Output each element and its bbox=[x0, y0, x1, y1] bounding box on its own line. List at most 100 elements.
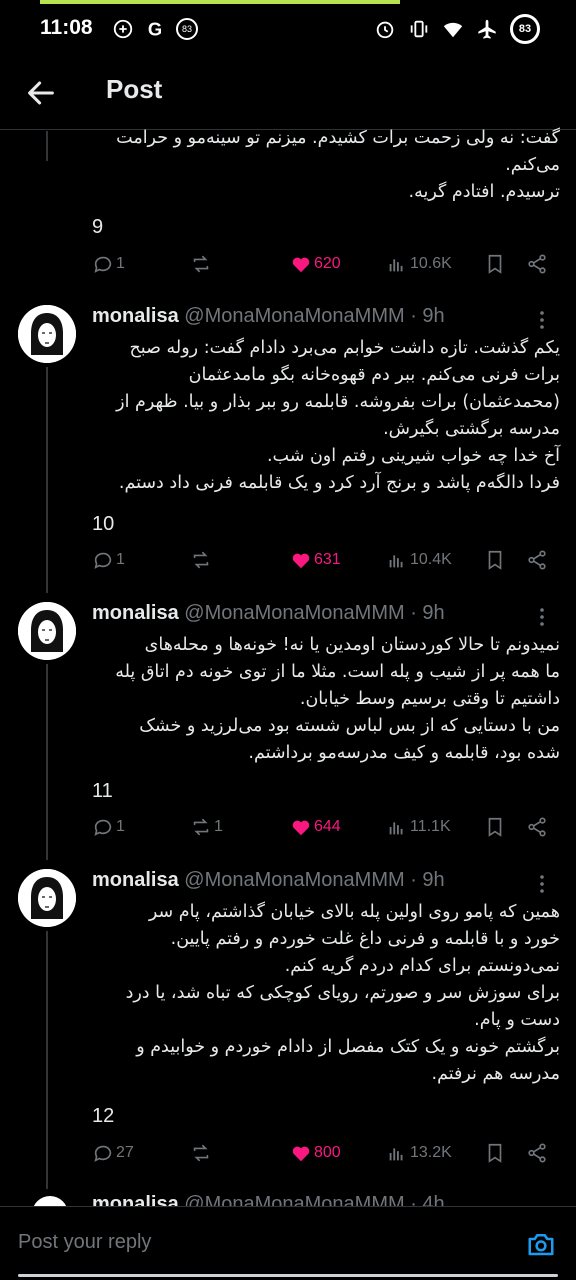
bookmark-button[interactable] bbox=[484, 549, 506, 571]
reply-button[interactable]: 27 bbox=[92, 1142, 134, 1164]
repost-icon bbox=[193, 1144, 209, 1162]
repost-icon bbox=[193, 255, 209, 273]
repost-button[interactable] bbox=[190, 253, 214, 275]
share-button[interactable] bbox=[526, 816, 548, 838]
like-count: 631 bbox=[314, 551, 341, 568]
share-icon bbox=[528, 1143, 546, 1163]
repost-count: 1 bbox=[214, 818, 223, 835]
reply-composer-bar bbox=[0, 1206, 576, 1280]
vertical-dots-icon bbox=[540, 311, 544, 329]
post-text-line: ترسیدم. افتادم گریه. bbox=[408, 182, 560, 202]
avatar[interactable] bbox=[18, 305, 76, 363]
post-text-line: نمی‌دونستم برای کدام دردم گریه کنم. bbox=[284, 956, 560, 976]
plus-bubble-icon bbox=[112, 18, 134, 40]
thread-number: 10 bbox=[92, 513, 115, 535]
notification-count-icon: 83 bbox=[176, 18, 198, 40]
avatar[interactable] bbox=[32, 1196, 68, 1206]
reply-button[interactable]: 1 bbox=[92, 549, 125, 571]
reply-count: 1 bbox=[116, 255, 125, 272]
heart-filled-icon bbox=[292, 820, 310, 836]
action-bar: 1 620 10.6K bbox=[92, 253, 562, 283]
more-options-button[interactable] bbox=[532, 873, 552, 895]
battery-indicator: 83 bbox=[510, 14, 540, 44]
top-app-bar: Post bbox=[0, 60, 576, 130]
post-text-line: می‌کنم. bbox=[505, 155, 560, 175]
like-button[interactable]: 620 bbox=[290, 253, 341, 275]
post-text-line: ما همه پر از شیب و پله است. مثلا ما از ت… bbox=[115, 662, 560, 682]
post-text-line: نمیدونم تا حالا کوردستان اومدین یا نه! خ… bbox=[144, 635, 560, 655]
back-button[interactable] bbox=[24, 76, 58, 110]
author-name[interactable]: monalisa bbox=[92, 869, 179, 891]
post-text-line: برای سوزش سر و صورتم، رویای کوچکی که تبا… bbox=[125, 983, 560, 1003]
post-text-line: برات فرنی می‌کنم. ببر دم قهوه‌خانه بگو م… bbox=[188, 365, 560, 385]
views-button[interactable]: 11.1K bbox=[386, 816, 451, 838]
post-text-line: شده بود، قابلمه و کیف مدرسه‌مو برداشتم. bbox=[248, 743, 560, 763]
home-indicator bbox=[18, 1274, 558, 1277]
author-name[interactable]: monalisa bbox=[92, 305, 179, 327]
repost-icon bbox=[193, 551, 209, 569]
status-bar: 11:08 G 83 83 bbox=[0, 0, 576, 60]
thread-post-partial[interactable]: گفت: نه ولی زحمت برات کشیدم. میزنم تو سی… bbox=[0, 128, 576, 293]
views-chart-icon bbox=[389, 822, 403, 835]
like-count: 644 bbox=[314, 818, 341, 835]
bookmark-button[interactable] bbox=[484, 1142, 506, 1164]
share-button[interactable] bbox=[526, 1142, 548, 1164]
vertical-dots-icon bbox=[540, 608, 544, 626]
author-name[interactable]: monalisa bbox=[92, 602, 179, 624]
camera-button[interactable] bbox=[526, 1229, 556, 1259]
reply-count: 1 bbox=[116, 551, 125, 568]
thread-post[interactable]: monalisa @MonaMonaMonaMMM · 9h یکم گذشت.… bbox=[0, 295, 576, 593]
author-handle: @MonaMonaMonaMMM bbox=[184, 1193, 405, 1206]
bookmark-icon bbox=[488, 550, 502, 570]
next-post-peek[interactable]: monalisa @MonaMonaMonaMMM · 4h bbox=[0, 1190, 576, 1206]
avatar[interactable] bbox=[18, 602, 76, 660]
google-icon: G bbox=[144, 18, 166, 40]
views-button[interactable]: 10.6K bbox=[386, 253, 452, 275]
thread-connector bbox=[46, 367, 48, 593]
like-button[interactable]: 800 bbox=[290, 1142, 341, 1164]
vertical-dots-icon bbox=[540, 875, 544, 893]
reply-icon bbox=[94, 552, 112, 569]
wifi-icon bbox=[442, 18, 464, 40]
reply-input[interactable] bbox=[18, 1231, 498, 1254]
action-bar: 1 1 644 11.1K bbox=[92, 816, 562, 846]
reply-icon bbox=[94, 256, 112, 273]
repost-button[interactable]: 1 bbox=[190, 816, 223, 838]
like-button[interactable]: 644 bbox=[290, 816, 341, 838]
status-accent-line bbox=[40, 0, 400, 4]
reply-count: 1 bbox=[116, 818, 125, 835]
author-handle[interactable]: @MonaMonaMonaMMM bbox=[184, 305, 404, 327]
share-button[interactable] bbox=[526, 549, 548, 571]
views-chart-icon bbox=[389, 1148, 403, 1161]
reply-count: 27 bbox=[116, 1144, 134, 1161]
views-button[interactable]: 13.2K bbox=[386, 1142, 452, 1164]
post-header: monalisa @MonaMonaMonaMMM · 9h bbox=[92, 602, 445, 625]
post-header: monalisa @MonaMonaMonaMMM · 4h bbox=[92, 1193, 445, 1206]
status-right-icons: 83 bbox=[374, 14, 540, 44]
heart-filled-icon bbox=[292, 1146, 310, 1162]
repost-button[interactable] bbox=[190, 1142, 214, 1164]
views-button[interactable]: 10.4K bbox=[386, 549, 452, 571]
bookmark-button[interactable] bbox=[484, 816, 506, 838]
status-time: 11:08 bbox=[40, 16, 93, 39]
share-icon bbox=[528, 254, 546, 274]
post-text: یکم گذشت. تازه داشت خوابم می‌برد دادام گ… bbox=[92, 335, 560, 497]
reply-button[interactable]: 1 bbox=[92, 253, 125, 275]
thread-post[interactable]: monalisa @MonaMonaMonaMMM · 9h همین که پ… bbox=[0, 859, 576, 1189]
thread-connector bbox=[46, 931, 48, 1189]
arrow-left-icon bbox=[28, 81, 54, 105]
more-options-button[interactable] bbox=[532, 309, 552, 331]
repost-button[interactable] bbox=[190, 549, 214, 571]
author-handle[interactable]: @MonaMonaMonaMMM bbox=[184, 869, 404, 891]
author-handle[interactable]: @MonaMonaMonaMMM bbox=[184, 602, 404, 624]
post-text-line: گفت: نه ولی زحمت برات کشیدم. میزنم تو سی… bbox=[116, 128, 560, 148]
reply-button[interactable]: 1 bbox=[92, 816, 125, 838]
thread-post[interactable]: monalisa @MonaMonaMonaMMM · 9h نمیدونم ت… bbox=[0, 592, 576, 860]
avatar[interactable] bbox=[18, 869, 76, 927]
like-button[interactable]: 631 bbox=[290, 549, 341, 571]
share-button[interactable] bbox=[526, 253, 548, 275]
more-options-button[interactable] bbox=[532, 606, 552, 628]
bookmark-button[interactable] bbox=[484, 253, 506, 275]
page-title: Post bbox=[106, 74, 163, 104]
status-left-icons: G 83 bbox=[112, 18, 198, 40]
